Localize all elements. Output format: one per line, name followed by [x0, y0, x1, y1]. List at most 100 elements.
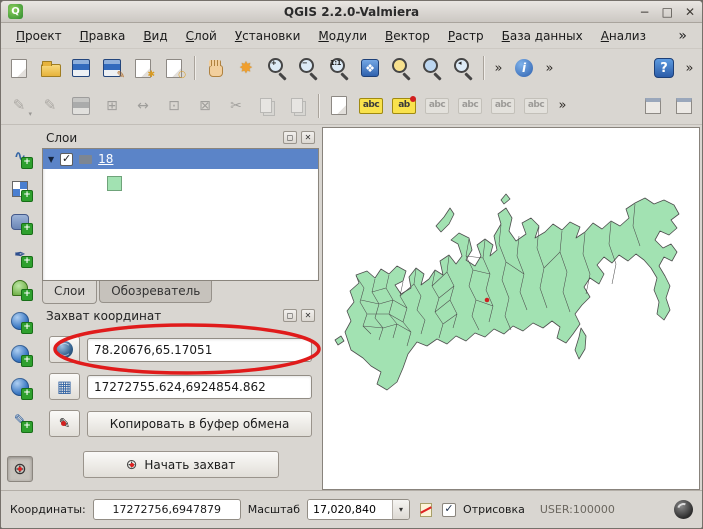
- open-project-icon[interactable]: [37, 55, 63, 81]
- scale-dropdown-icon[interactable]: ▾: [392, 500, 409, 519]
- save-edits-icon[interactable]: [68, 93, 94, 119]
- projected-coordinate-field[interactable]: [87, 375, 312, 399]
- geo-coordinate-field[interactable]: [87, 338, 312, 362]
- menu-vector[interactable]: Вектор: [376, 25, 439, 47]
- label-properties-icon[interactable]: ab: [390, 93, 418, 119]
- menu-edit[interactable]: Правка: [71, 25, 135, 47]
- layer-checkbox[interactable]: ✓: [60, 153, 73, 166]
- copy-features-icon[interactable]: [254, 93, 280, 119]
- title-bar[interactable]: QGIS 2.2.0-Valmiera − □ ✕: [1, 1, 702, 23]
- track-mouse-button[interactable]: ✎: [49, 410, 80, 437]
- close-button[interactable]: ✕: [685, 6, 695, 18]
- toolbar-overflow-4-icon[interactable]: »: [555, 93, 570, 119]
- menu-raster[interactable]: Растр: [439, 25, 493, 47]
- text-annotation-icon[interactable]: [326, 93, 352, 119]
- new-project-icon[interactable]: [6, 55, 32, 81]
- add-wcs-layer-icon[interactable]: [7, 341, 33, 367]
- identify-icon[interactable]: i: [511, 55, 537, 81]
- add-raster-layer-icon[interactable]: [7, 176, 33, 202]
- labeling-icon[interactable]: abc: [357, 93, 385, 119]
- zoom-out-icon[interactable]: −: [295, 55, 321, 81]
- delete-selected-icon[interactable]: ⊠: [192, 93, 218, 119]
- save-project-icon[interactable]: [68, 55, 94, 81]
- layer-name[interactable]: 18: [98, 152, 113, 166]
- zoom-to-layer-icon[interactable]: [419, 55, 445, 81]
- layer-symbol-swatch[interactable]: [107, 176, 122, 191]
- qgis-app-icon: [8, 4, 23, 19]
- layers-tree: ▼ ✓ 18: [42, 148, 319, 281]
- zoom-to-selection-icon[interactable]: [388, 55, 414, 81]
- change-label-icon[interactable]: abc: [489, 93, 517, 119]
- main-toolbar: ✎✱○✸+−1:1❖◂»i»?»: [1, 49, 702, 87]
- node-tool-icon[interactable]: ⊡: [161, 93, 187, 119]
- toolbar-extra-icon-2[interactable]: [671, 93, 697, 119]
- coord-float-panel-icon[interactable]: ◻: [283, 309, 297, 322]
- menu-layer[interactable]: Слой: [177, 25, 226, 47]
- menu-database[interactable]: База данных: [493, 25, 592, 47]
- minimize-button[interactable]: −: [640, 6, 650, 18]
- toggle-editing-icon[interactable]: ✎: [37, 93, 63, 119]
- expander-icon[interactable]: ▼: [48, 155, 54, 164]
- capture-marker: [485, 298, 490, 303]
- add-wfs-layer-icon[interactable]: [7, 374, 33, 400]
- help-icon[interactable]: ?: [651, 55, 677, 81]
- geographic-crs-button[interactable]: [49, 336, 80, 363]
- label-tool-icon[interactable]: abc: [522, 93, 550, 119]
- zoom-full-icon[interactable]: ❖: [357, 55, 383, 81]
- layers-float-panel-icon[interactable]: ◻: [283, 131, 297, 144]
- check-glyph: ✓: [444, 502, 453, 515]
- move-label-icon[interactable]: abc: [423, 93, 451, 119]
- scale-combobox[interactable]: ▾: [307, 499, 410, 520]
- toolbar-overflow-2-icon[interactable]: »: [542, 55, 557, 81]
- menu-plugins[interactable]: Модули: [309, 25, 376, 47]
- rotate-label-icon[interactable]: abc: [456, 93, 484, 119]
- menu-overflow-icon[interactable]: »: [669, 28, 696, 44]
- maximize-button[interactable]: □: [662, 6, 673, 18]
- coordinates-display-field[interactable]: [93, 499, 241, 520]
- coord-panel-titlebar[interactable]: Захват координат ◻ ✕: [39, 305, 322, 326]
- new-shapefile-icon[interactable]: ✎: [7, 407, 33, 433]
- layers-panel-titlebar[interactable]: Слои ◻ ✕: [39, 127, 322, 148]
- render-checkbox[interactable]: ✓: [442, 503, 456, 517]
- layer-row[interactable]: ▼ ✓ 18: [43, 149, 318, 169]
- menu-analysis[interactable]: Анализ: [592, 25, 655, 47]
- add-vector-layer-icon[interactable]: ∿: [7, 143, 33, 169]
- cut-features-icon[interactable]: ✂: [223, 93, 249, 119]
- tab-layers[interactable]: Слои: [42, 281, 97, 304]
- zoom-native-icon[interactable]: 1:1: [326, 55, 352, 81]
- menu-project[interactable]: Проект: [7, 25, 71, 47]
- save-project-as-icon[interactable]: ✎: [99, 55, 125, 81]
- add-wms-layer-icon[interactable]: [7, 308, 33, 334]
- toolbar-overflow-3-icon[interactable]: »: [682, 55, 697, 81]
- coordinate-capture-icon[interactable]: ⊕: [7, 456, 33, 482]
- start-capture-button[interactable]: ⊕ Начать захват: [83, 451, 279, 478]
- russia-outline: [345, 198, 679, 390]
- toolbar-extra-icon-1[interactable]: [640, 93, 666, 119]
- add-feature-icon[interactable]: ⊞: [99, 93, 125, 119]
- coord-close-panel-icon[interactable]: ✕: [301, 309, 315, 322]
- geo-coordinate-row: [49, 336, 312, 363]
- new-composer-icon[interactable]: ✱: [130, 55, 156, 81]
- tab-browser[interactable]: Обозреватель: [99, 281, 212, 303]
- crs-status-icon[interactable]: [674, 500, 693, 519]
- toolbar-overflow-icon[interactable]: »: [491, 55, 506, 81]
- layers-close-panel-icon[interactable]: ✕: [301, 131, 315, 144]
- menu-view[interactable]: Вид: [134, 25, 176, 47]
- log-messages-icon[interactable]: [417, 501, 435, 519]
- scale-value-input[interactable]: [308, 500, 392, 519]
- paste-features-icon[interactable]: [285, 93, 311, 119]
- projected-crs-button[interactable]: ▦: [49, 373, 80, 400]
- zoom-last-icon[interactable]: ◂: [450, 55, 476, 81]
- pan-map-icon[interactable]: [202, 55, 228, 81]
- map-canvas[interactable]: [322, 127, 700, 490]
- add-mssql-layer-icon[interactable]: [7, 275, 33, 301]
- move-feature-icon[interactable]: ↔: [130, 93, 156, 119]
- zoom-in-icon[interactable]: +: [264, 55, 290, 81]
- pan-to-selection-icon[interactable]: ✸: [233, 55, 259, 81]
- menu-settings[interactable]: Установки: [226, 25, 310, 47]
- add-spatialite-layer-icon[interactable]: ✒: [7, 242, 33, 268]
- current-edits-icon[interactable]: ✎▾: [6, 93, 32, 119]
- add-postgis-layer-icon[interactable]: [7, 209, 33, 235]
- copy-to-clipboard-button[interactable]: Копировать в буфер обмена: [87, 411, 312, 437]
- composer-manager-icon[interactable]: ○: [161, 55, 187, 81]
